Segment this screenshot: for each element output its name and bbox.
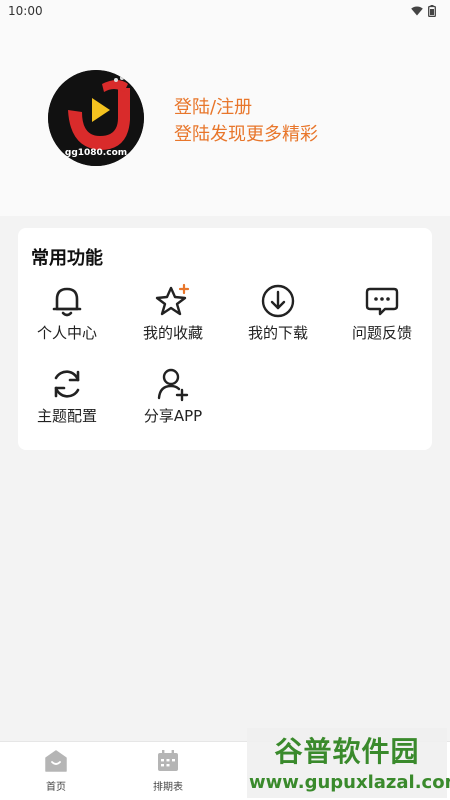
feature-favorites[interactable]: 我的收藏 xyxy=(121,282,225,354)
feature-personal-center[interactable]: 个人中心 xyxy=(15,282,119,354)
nav-label: 首页 xyxy=(46,782,66,793)
calendar-icon xyxy=(158,750,178,771)
card-title: 常用功能 xyxy=(31,248,103,269)
feature-label: 主题配置 xyxy=(36,407,97,425)
download-icon xyxy=(261,284,295,318)
avatar[interactable]: gg1080.com xyxy=(48,70,144,166)
home-icon xyxy=(45,750,67,772)
status-icons xyxy=(411,5,436,17)
feature-feedback[interactable]: 问题反馈 xyxy=(330,282,434,354)
chat-icon xyxy=(365,287,399,316)
bell-icon xyxy=(52,287,82,317)
watermark-url: www.gupuxlazal.com xyxy=(249,772,450,793)
wifi-icon xyxy=(411,6,423,16)
feature-share-app[interactable]: 分享APP xyxy=(121,365,225,437)
feature-theme-settings[interactable]: 主题配置 xyxy=(15,365,119,437)
feature-label: 我的收藏 xyxy=(142,324,203,342)
feature-label: 个人中心 xyxy=(36,324,97,342)
nav-item-schedule[interactable]: 排期表 xyxy=(128,748,208,798)
feature-downloads[interactable]: 我的下载 xyxy=(226,282,330,354)
nav-item-home[interactable]: 首页 xyxy=(16,748,96,798)
feature-label: 问题反馈 xyxy=(351,324,412,342)
feature-label: 我的下载 xyxy=(247,324,308,342)
refresh-icon xyxy=(54,370,80,398)
star-icon xyxy=(155,283,190,316)
status-bar: 10:00 xyxy=(0,0,450,22)
status-time: 10:00 xyxy=(8,4,43,18)
feature-label: 分享APP xyxy=(143,407,203,425)
add-user-icon xyxy=(157,368,189,402)
nav-label: 排期表 xyxy=(153,782,183,793)
avatar-text: gg1080.com xyxy=(64,148,128,158)
login-register-link[interactable]: 登陆/注册 xyxy=(174,93,252,119)
common-features-card: 常用功能 个人中心 我的收藏 我的下载 问题反馈 主题配置 分享APP xyxy=(18,228,432,450)
profile-header: gg1080.com 登陆/注册 登陆发现更多精彩 xyxy=(0,22,450,216)
watermark-title: 谷普软件园 xyxy=(274,735,420,768)
login-subtitle[interactable]: 登陆发现更多精彩 xyxy=(174,120,318,146)
watermark: 谷普软件园 www.gupuxlazal.com xyxy=(247,728,450,798)
battery-icon xyxy=(428,5,436,17)
